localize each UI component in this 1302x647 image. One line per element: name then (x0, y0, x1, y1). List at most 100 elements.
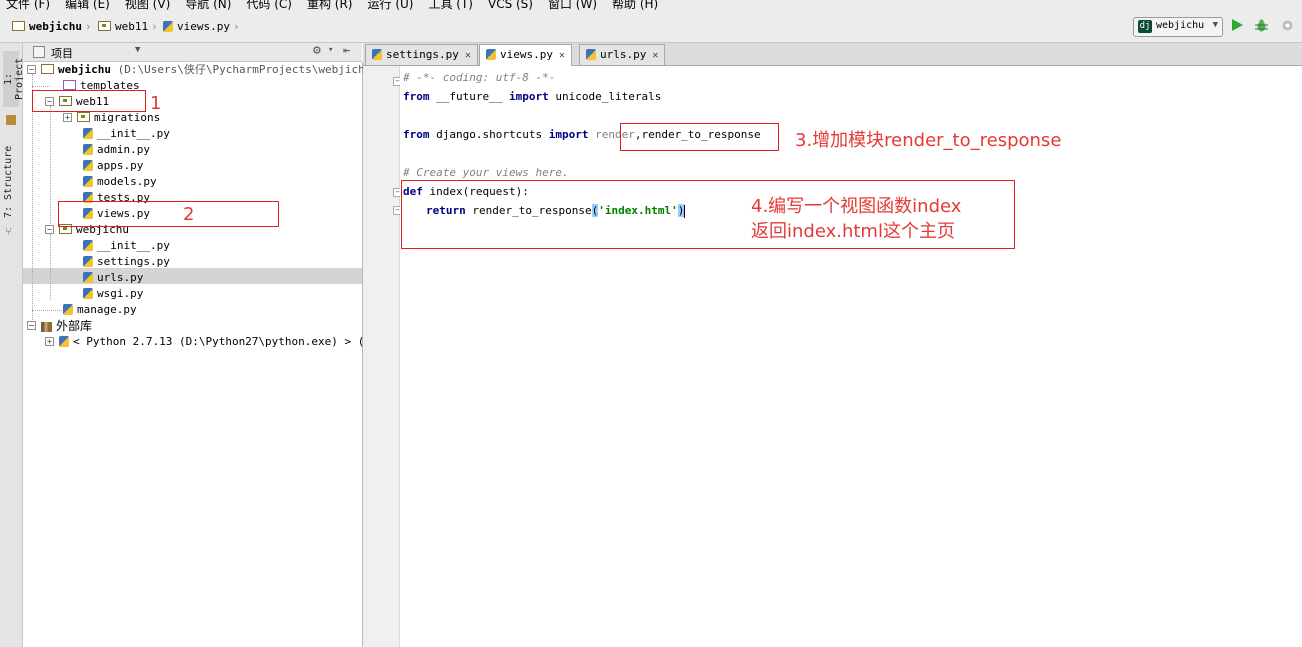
python-file-icon (486, 48, 496, 60)
menu-vcs[interactable]: VCS (S) (488, 0, 533, 10)
close-icon[interactable]: ✕ (652, 50, 658, 61)
python-file-icon (83, 255, 93, 267)
package-icon (77, 112, 90, 122)
annotation-number-1: 1 (150, 93, 162, 114)
menu-window[interactable]: 窗口 (W) (548, 0, 597, 10)
annotation-step-3: 3.增加模块render_to_response (795, 130, 1062, 151)
chevron-down-icon: ▼ (1212, 20, 1218, 30)
python-file-icon (83, 143, 93, 155)
tree-item-manage[interactable]: manage.py (63, 302, 137, 318)
tree-item-init[interactable]: __init__.py (83, 126, 170, 142)
editor-tabs: settings.py ✕ views.py ✕ urls.py ✕ (363, 43, 1302, 66)
chevron-down-icon[interactable]: ▾ (328, 45, 333, 55)
library-icon (41, 321, 52, 332)
menu-file[interactable]: 文件 (F) (6, 0, 50, 10)
gear-icon[interactable]: ⚙ (313, 43, 321, 58)
menu-view[interactable]: 视图 (V) (125, 0, 170, 10)
python-file-icon (83, 159, 93, 171)
close-icon[interactable]: ✕ (465, 50, 471, 61)
menu-help[interactable]: 帮助 (H) (612, 0, 658, 10)
python-file-icon (83, 175, 93, 187)
menu-code[interactable]: 代码 (C) (246, 0, 292, 10)
breadcrumb-file[interactable]: views.py › (163, 19, 243, 35)
python-file-icon (83, 287, 93, 299)
code-line-6: # Create your views here. (403, 166, 569, 179)
tree-root[interactable]: − webjichu (D:\Users\侠仔\PycharmProjects\w… (27, 62, 378, 78)
menu-edit[interactable]: 编辑 (E) (65, 0, 110, 10)
folder-icon (41, 64, 54, 74)
annotation-step-4-line2: 返回index.html这个主页 (751, 221, 955, 242)
annotation-box-web11 (32, 90, 146, 112)
expand-icon[interactable]: + (45, 336, 54, 346)
project-tool-tab[interactable]: 1: Project (3, 51, 25, 107)
code-line-2: from __future__ import unicode_literals (403, 90, 662, 103)
python-file-icon (63, 303, 73, 315)
structure-tool-tab[interactable]: 7: Structure (3, 143, 19, 221)
code-editor[interactable]: # -*- coding: utf-8 -*- from __future__ … (400, 66, 1302, 647)
project-view-selector[interactable]: 项目 (51, 45, 73, 61)
play-icon (1232, 19, 1243, 31)
menu-refactor[interactable]: 重构 (R) (307, 0, 353, 10)
collapse-icon[interactable]: − (27, 64, 36, 74)
django-icon: dj (1138, 20, 1152, 33)
chevron-right-icon: › (84, 20, 92, 33)
folder-icon (6, 115, 16, 125)
project-panel-header: 项目 ▼ ⚙ ▾ ⇤ (23, 43, 362, 62)
tree-item-apps[interactable]: apps.py (83, 158, 143, 174)
structure-icon: ⑂ (5, 225, 12, 238)
menu-run[interactable]: 运行 (U) (368, 0, 414, 10)
breadcrumb-folder[interactable]: web11 › (98, 19, 161, 35)
tool-window-strip: 1: Project 7: Structure ⑂ (0, 43, 25, 647)
close-icon[interactable]: ✕ (559, 50, 565, 61)
tab-urls[interactable]: urls.py ✕ (579, 44, 666, 65)
tree-item-python-sdk[interactable]: + < Python 2.7.13 (D:\Python27\python.exe… (45, 334, 384, 350)
tab-views[interactable]: views.py ✕ (479, 44, 573, 66)
debug-button[interactable] (1253, 18, 1269, 34)
tree-item-admin[interactable]: admin.py (83, 142, 150, 158)
run-button[interactable] (1229, 18, 1245, 34)
python-file-icon (83, 271, 93, 283)
code-line-1: # -*- coding: utf-8 -*- (403, 71, 556, 84)
expand-icon[interactable]: + (63, 112, 72, 122)
python-file-icon (372, 48, 382, 60)
coverage-button[interactable] (1279, 18, 1295, 34)
project-view-icon (33, 46, 45, 58)
tab-settings[interactable]: settings.py ✕ (365, 44, 478, 65)
annotation-box-views (58, 201, 279, 227)
package-icon (98, 21, 111, 31)
chevron-right-icon: › (232, 20, 240, 33)
menu-navigate[interactable]: 导航 (N) (185, 0, 231, 10)
python-file-icon (586, 48, 596, 60)
chevron-right-icon: › (151, 20, 158, 33)
run-config-label: webjichu (1156, 20, 1205, 31)
menu-tools[interactable]: 工具 (T) (428, 0, 473, 10)
tree-item-init[interactable]: __init__.py (83, 238, 170, 254)
folder-icon (12, 21, 25, 31)
python-file-icon (83, 127, 93, 139)
annotation-number-2: 2 (183, 204, 195, 225)
tree-item-settings[interactable]: settings.py (83, 254, 170, 270)
tree-item-models[interactable]: models.py (83, 174, 157, 190)
tree-item-external-libraries[interactable]: − 外部库 (27, 318, 92, 334)
tree-item-urls[interactable]: urls.py (83, 270, 143, 286)
hide-panel-icon[interactable]: ⇤ (343, 43, 350, 57)
editor-gutter: − − − (363, 66, 402, 647)
bug-icon (1254, 19, 1268, 32)
tree-item-wsgi[interactable]: wsgi.py (83, 286, 143, 302)
folder-icon (63, 80, 76, 90)
menu-bar: 文件 (F) 编辑 (E) 视图 (V) 导航 (N) 代码 (C) 重构 (R) 运行 (… (0, 0, 1302, 12)
run-coverage-icon (1282, 20, 1292, 31)
chevron-down-icon[interactable]: ▼ (135, 45, 140, 55)
navigation-bar: webjichu › web11 › views.py › (0, 12, 1302, 43)
breadcrumb-project[interactable]: webjichu › (12, 19, 95, 35)
python-sdk-icon (59, 335, 69, 347)
project-tree: − webjichu (D:\Users\侠仔\PycharmProjects\w… (23, 62, 384, 647)
python-file-icon (83, 239, 93, 251)
collapse-icon[interactable]: − (27, 321, 36, 330)
tree-item-migrations[interactable]: + migrations (63, 110, 160, 126)
run-config-dropdown[interactable]: dj webjichu ▼ (1133, 17, 1223, 37)
annotation-step-4-line1: 4.编写一个视图函数index (751, 196, 962, 217)
python-file-icon (163, 20, 173, 32)
collapse-icon[interactable]: − (45, 224, 54, 234)
annotation-box-import (620, 123, 779, 151)
